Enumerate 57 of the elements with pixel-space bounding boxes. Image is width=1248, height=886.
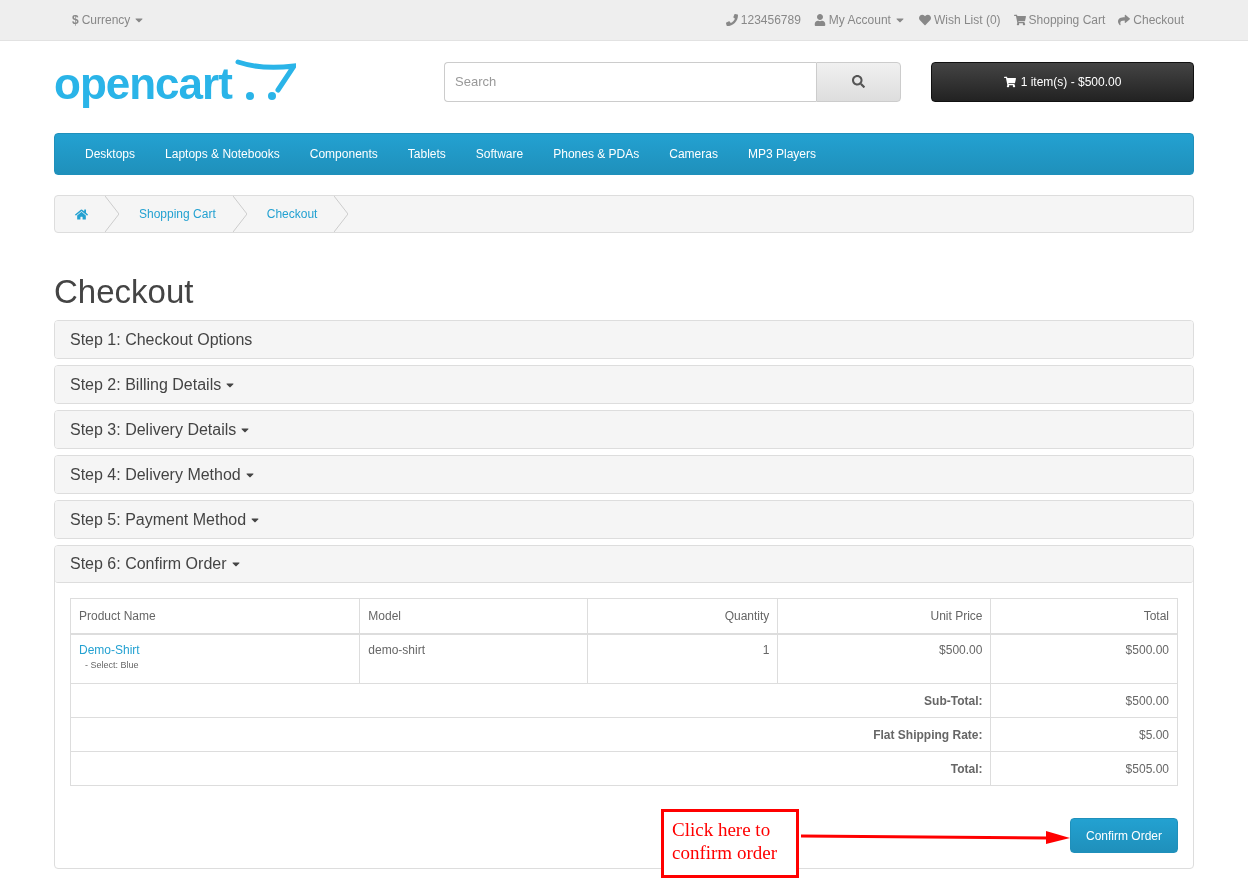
top-link[interactable]: Wish List (0) bbox=[918, 13, 1001, 27]
step-title[interactable]: Step 4: Delivery Method bbox=[70, 465, 256, 484]
breadcrumb-separator-icon bbox=[232, 196, 247, 232]
menu-item[interactable]: Desktops bbox=[70, 147, 151, 161]
column-header: Model bbox=[359, 598, 588, 634]
column-header: Total bbox=[991, 598, 1178, 634]
step-title[interactable]: Step 1: Checkout Options bbox=[70, 330, 253, 349]
confirm-order-button[interactable]: Confirm Order bbox=[1070, 818, 1178, 853]
menu-item[interactable]: Tablets bbox=[392, 147, 461, 161]
step-title[interactable]: Step 2: Billing Details bbox=[70, 375, 237, 394]
step-title[interactable]: Step 6: Confirm Order bbox=[70, 555, 242, 573]
product-link[interactable]: Demo-Shirt bbox=[79, 642, 352, 657]
menu-item[interactable]: Phones & PDAs bbox=[538, 147, 655, 161]
breadcrumb-separator-icon bbox=[334, 196, 349, 232]
table-cell: 1 bbox=[587, 633, 778, 684]
step-title[interactable]: Step 3: Delivery Details bbox=[70, 420, 252, 439]
column-header: Unit Price bbox=[777, 598, 991, 634]
step-title[interactable]: Step 5: Payment Method bbox=[70, 510, 262, 529]
annotation-callout: Click here to confirm order bbox=[661, 809, 799, 878]
table-cell: demo-shirt bbox=[359, 633, 588, 684]
breadcrumb-link[interactable]: Checkout bbox=[246, 207, 335, 221]
home-icon bbox=[75, 207, 88, 221]
page-title: Checkout bbox=[54, 273, 195, 311]
search-field[interactable]: Search bbox=[444, 61, 816, 102]
top-link[interactable]: Checkout bbox=[1118, 13, 1184, 27]
breadcrumb-link[interactable]: Shopping Cart bbox=[119, 207, 233, 221]
table-cell: $500.00 bbox=[991, 633, 1178, 684]
column-header: Quantity bbox=[587, 598, 778, 634]
column-header: Product Name bbox=[70, 598, 360, 634]
breadcrumb-separator-icon bbox=[105, 196, 119, 232]
menu-item[interactable]: MP3 Players bbox=[732, 147, 831, 161]
user-icon bbox=[813, 14, 826, 26]
menu-item[interactable]: Components bbox=[294, 147, 393, 161]
total-value: $5.00 bbox=[991, 717, 1178, 752]
total-label: Flat Shipping Rate: bbox=[70, 717, 991, 752]
top-link[interactable]: 123456789 bbox=[725, 13, 801, 27]
top-link[interactable]: Shopping Cart bbox=[1013, 13, 1106, 27]
cart-button[interactable]: 1 item(s) - $500.00 bbox=[931, 61, 1194, 102]
product-option: - Select: Blue bbox=[85, 659, 352, 670]
menu-item[interactable]: Laptops & Notebooks bbox=[150, 147, 295, 161]
menu-item[interactable]: Cameras bbox=[654, 147, 733, 161]
total-label: Total: bbox=[70, 751, 991, 786]
heart-icon bbox=[918, 14, 931, 26]
logo-text[interactable]: opencart bbox=[54, 61, 232, 106]
phone-icon bbox=[725, 14, 738, 26]
cart-icon bbox=[1013, 14, 1026, 26]
top-link[interactable]: My Account bbox=[813, 13, 906, 27]
total-value: $505.00 bbox=[991, 751, 1178, 786]
total-value: $500.00 bbox=[991, 683, 1178, 718]
table-cell: $500.00 bbox=[777, 633, 991, 684]
cart-icon bbox=[1003, 75, 1016, 88]
total-label: Sub-Total: bbox=[70, 683, 991, 718]
search-button[interactable] bbox=[816, 61, 901, 102]
share-icon bbox=[1118, 14, 1131, 26]
currency-dropdown[interactable]: $ Currency bbox=[72, 13, 146, 27]
menu-item[interactable]: Software bbox=[460, 147, 539, 161]
search-icon bbox=[852, 75, 865, 88]
